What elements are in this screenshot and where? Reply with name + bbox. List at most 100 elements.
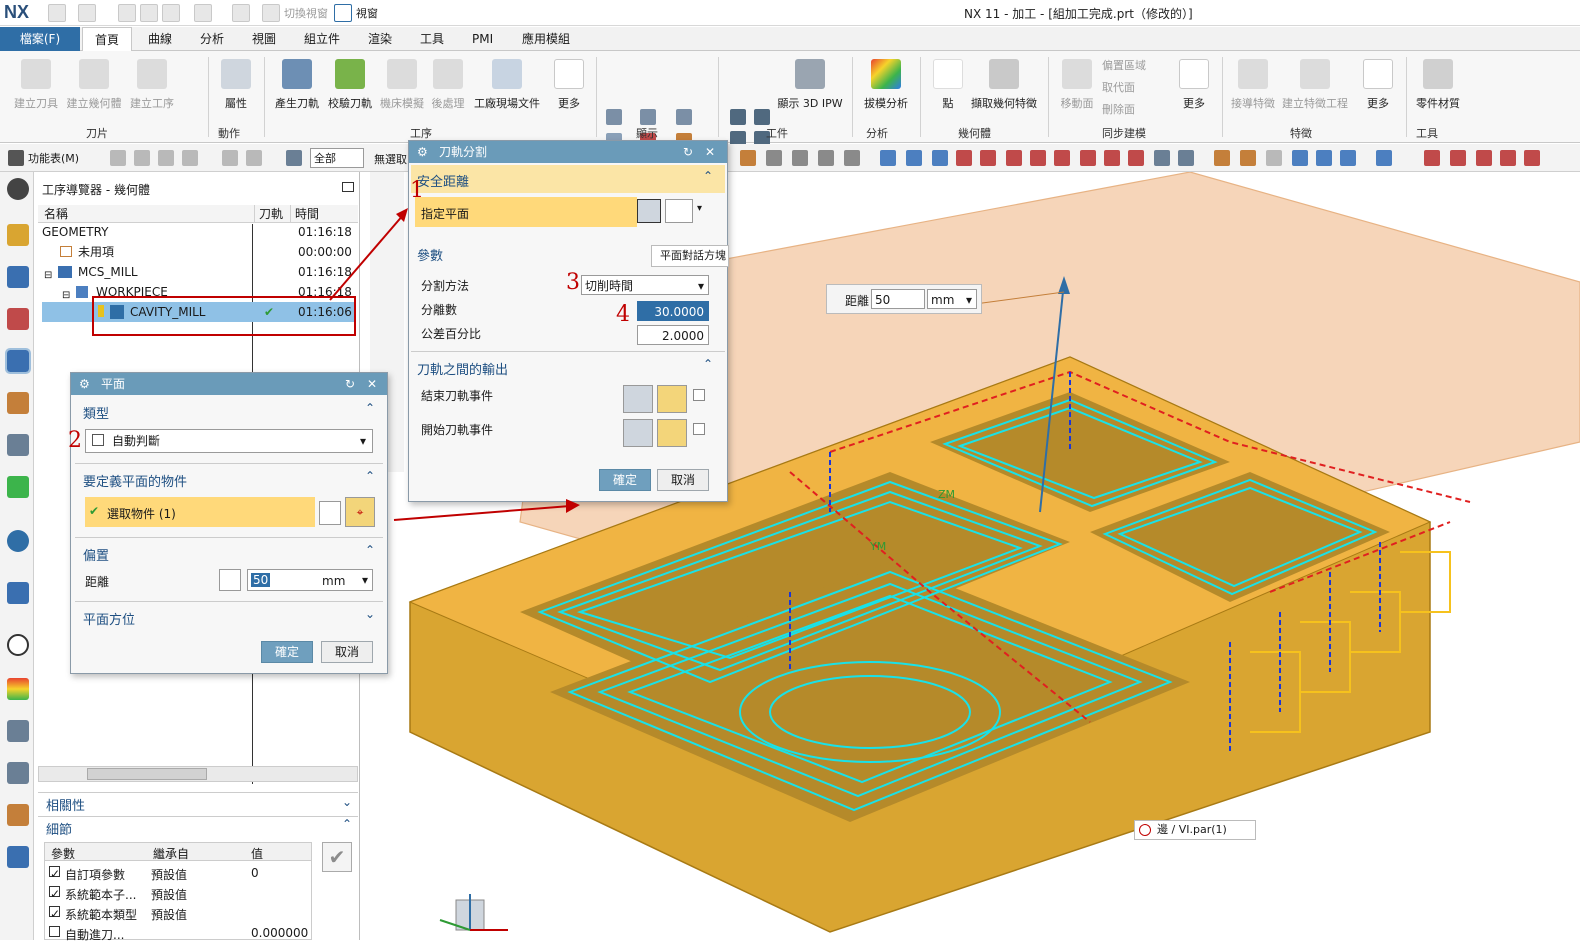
- workpiece-icon-2[interactable]: [754, 109, 770, 125]
- function-menu[interactable]: 功能表(M): [28, 150, 79, 166]
- chevron-up-icon[interactable]: ⌃: [365, 543, 375, 557]
- start-event-checkbox[interactable]: [693, 423, 705, 435]
- snap-icon-5[interactable]: [844, 150, 860, 166]
- snap-icon-11[interactable]: [1006, 150, 1022, 166]
- column-name[interactable]: 名稱: [38, 205, 254, 223]
- detail-row[interactable]: ✓ 系統範本類型 預設值: [45, 903, 311, 923]
- confirm-check-icon[interactable]: ✔: [322, 842, 352, 872]
- distance-input[interactable]: 50 mm ▾: [247, 569, 373, 591]
- filter-icon-3[interactable]: [158, 150, 174, 166]
- chevron-down-icon[interactable]: ⌄: [365, 607, 375, 621]
- paste-icon[interactable]: [162, 4, 180, 22]
- properties-button[interactable]: 屬性: [216, 59, 256, 111]
- create-tool-button[interactable]: 建立刀具: [10, 59, 62, 111]
- snap-icon-12[interactable]: [1030, 150, 1046, 166]
- render-icon-7[interactable]: [1376, 150, 1392, 166]
- switch-window-icon[interactable]: [262, 4, 280, 22]
- snap-icon-10[interactable]: [980, 150, 996, 166]
- chevron-down-icon[interactable]: ▾: [966, 290, 972, 310]
- generate-toolpath-button[interactable]: 產生刀軌: [272, 59, 322, 111]
- column-time[interactable]: 時間: [290, 205, 358, 223]
- postprocess-button[interactable]: 後處理: [428, 59, 468, 111]
- edit-icon[interactable]: [232, 4, 250, 22]
- assembly-nav-icon[interactable]: [7, 224, 29, 246]
- crosshair-icon[interactable]: ⌖: [345, 497, 375, 527]
- shop-doc-button[interactable]: 工廠現場文件: [472, 59, 542, 111]
- cancel-button[interactable]: 取消: [321, 641, 373, 663]
- replace-face-button[interactable]: 取代面: [1102, 79, 1168, 95]
- display-icon-2[interactable]: [640, 109, 656, 125]
- window-icon[interactable]: [334, 4, 352, 22]
- feature-button-2[interactable]: 建立特徵工程: [1282, 59, 1348, 111]
- info-icon[interactable]: [7, 530, 29, 552]
- palette-icon[interactable]: [7, 678, 29, 700]
- render-icon-5[interactable]: [1316, 150, 1332, 166]
- snap-icon-14[interactable]: [1080, 150, 1096, 166]
- show-3d-ipw-button[interactable]: 顯示 3D IPW: [776, 59, 844, 111]
- snap-icon-4[interactable]: [818, 150, 834, 166]
- snap-icon-6[interactable]: [880, 150, 896, 166]
- detail-row[interactable]: ✓ 系統範本子... 預設值: [45, 883, 311, 903]
- checkbox[interactable]: [49, 926, 60, 937]
- wrench-icon[interactable]: [657, 385, 687, 413]
- chevron-down-icon[interactable]: ▾: [360, 431, 366, 451]
- reset-icon[interactable]: ↻: [345, 373, 355, 395]
- snap-icon-16[interactable]: [1128, 150, 1144, 166]
- event-icon[interactable]: [623, 419, 653, 447]
- history-icon[interactable]: [7, 634, 29, 656]
- part-material-button[interactable]: 零件材質: [1410, 59, 1466, 111]
- machine-simulation-button[interactable]: 機床模擬: [378, 59, 426, 111]
- snap-icon-9[interactable]: [956, 150, 972, 166]
- plane-dialog-icon[interactable]: [665, 199, 693, 223]
- structure-icon[interactable]: [7, 846, 29, 868]
- scrollbar-thumb[interactable]: [87, 768, 207, 780]
- tab-assembly[interactable]: 組立件: [292, 27, 352, 51]
- ok-button[interactable]: 確定: [261, 641, 313, 663]
- move-face-button[interactable]: 移動面: [1056, 59, 1098, 111]
- distance-onscreen-input[interactable]: 距離 50 mm ▾: [826, 284, 982, 314]
- tolerance-input[interactable]: 2.0000: [637, 325, 709, 345]
- more-button-sync[interactable]: 更多: [1172, 59, 1216, 111]
- snap-icon-15[interactable]: [1104, 150, 1120, 166]
- distance-onscreen-unit[interactable]: mm ▾: [927, 289, 977, 309]
- snap-icon-18[interactable]: [1178, 150, 1194, 166]
- chevron-up-icon[interactable]: ⌃: [365, 401, 375, 415]
- cut-icon[interactable]: [118, 4, 136, 22]
- details-section[interactable]: 細節 ⌃: [38, 816, 358, 838]
- end-event-checkbox[interactable]: [693, 389, 705, 401]
- horizontal-scrollbar[interactable]: [38, 766, 358, 782]
- display-icon-3[interactable]: [676, 109, 692, 125]
- tab-curve[interactable]: 曲線: [136, 27, 184, 51]
- tree-row-unused[interactable]: 未用項 00:00:00: [42, 242, 356, 262]
- verify-toolpath-button[interactable]: 校驗刀軌: [326, 59, 374, 111]
- template-icon[interactable]: [7, 804, 29, 826]
- checkbox[interactable]: ✓: [49, 886, 60, 901]
- snap-icon-17[interactable]: [1154, 150, 1170, 166]
- render-icon-3[interactable]: [1266, 150, 1282, 166]
- tab-pmi[interactable]: PMI: [460, 27, 505, 51]
- chevron-down-icon[interactable]: ▾: [698, 276, 704, 296]
- display-icon-1[interactable]: [606, 109, 622, 125]
- workpiece-icon-1[interactable]: [730, 109, 746, 125]
- add-selection-icon[interactable]: [319, 501, 341, 525]
- reset-icon[interactable]: ↻: [683, 141, 693, 163]
- chevron-up-icon[interactable]: ⌃: [342, 817, 352, 831]
- tab-tools[interactable]: 工具: [408, 27, 456, 51]
- window-menu[interactable]: 視窗: [356, 5, 378, 21]
- dependency-section[interactable]: 相關性 ⌄: [38, 792, 358, 814]
- settings-icon[interactable]: [7, 178, 29, 200]
- tab-view[interactable]: 視圖: [240, 27, 288, 51]
- close-icon[interactable]: ✕: [367, 373, 377, 395]
- tab-home[interactable]: 首頁: [82, 27, 133, 51]
- extract-geometry-button[interactable]: 擷取幾何特徵: [970, 59, 1038, 111]
- snap-icon-1[interactable]: [740, 150, 756, 166]
- type-filter-select[interactable]: 全部: [310, 148, 364, 168]
- feature-button-1[interactable]: 接導特徵: [1228, 59, 1278, 111]
- chevron-down-icon[interactable]: ⌄: [342, 795, 352, 809]
- tab-render[interactable]: 渲染: [356, 27, 404, 51]
- filter-icon-5[interactable]: [222, 150, 238, 166]
- save-icon[interactable]: [48, 4, 66, 22]
- file-menu[interactable]: 檔案(F): [0, 27, 80, 51]
- point-button[interactable]: 點: [928, 59, 968, 111]
- snap-icon-2[interactable]: [766, 150, 782, 166]
